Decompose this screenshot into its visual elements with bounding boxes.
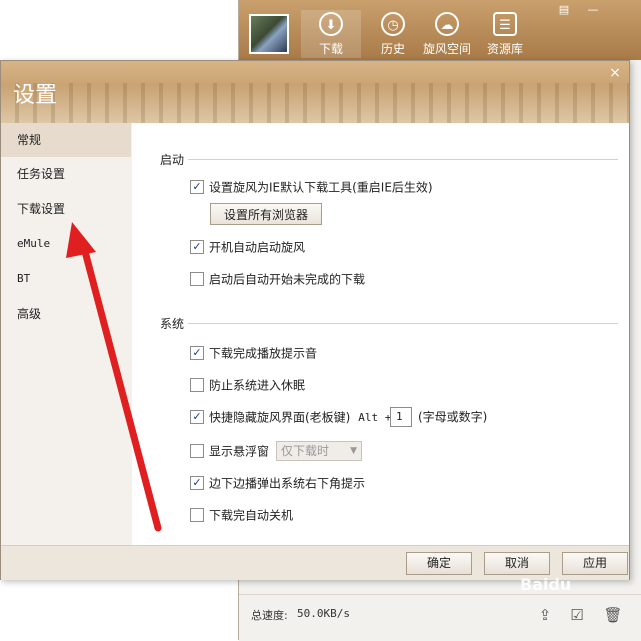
dialog-header: 设置 × [1,61,629,123]
checkbox-unchecked[interactable] [190,271,204,286]
ok-button[interactable]: 确定 [406,552,472,575]
select-value: 仅下载时 [281,444,330,458]
forest-banner [1,83,629,123]
cloud-space-icon: ☁ [435,12,459,36]
option-resume-downloads[interactable]: 启动后自动开始未完成的下载 [190,270,365,288]
skin-icon[interactable]: ▤ [555,2,573,18]
main-header: ⬇ 下载 ◷ 历史 ☁ 旋风空间 ☰ 资源库 ▤ — [239,0,641,60]
nav-label: 历史 [380,42,405,56]
history-clock-icon: ◷ [381,12,405,36]
option-label: 显示悬浮窗 [209,444,270,459]
checkbox-checked[interactable]: ✓ [190,409,204,424]
total-speed-label: 总速度: [251,609,288,622]
sidebar-item-emule[interactable]: eMule [1,227,131,261]
minimize-icon[interactable]: — [584,2,602,18]
key-hint: (字母或数字) [418,410,488,424]
option-floating-window[interactable]: 显示悬浮窗 [190,442,269,460]
boss-key-input[interactable]: 1 [390,407,412,427]
share-icon[interactable]: ⇪ [535,605,555,625]
settings-sidebar: 常规 任务设置 下载设置 eMule BT 高级 [1,123,131,545]
trash-icon[interactable]: 🗑 [603,605,623,625]
nav-history[interactable]: ◷ 历史 [363,10,423,58]
settings-dialog: 设置 × 常规 任务设置 下载设置 eMule BT 高级 启动 ✓ 设置旋风为I… [0,60,630,580]
sidebar-item-task-settings[interactable]: 任务设置 [1,157,131,191]
option-label: 快捷隐藏旋风界面(老板键) [209,410,351,425]
cancel-button[interactable]: 取消 [484,552,550,575]
resource-library-icon: ☰ [493,12,517,36]
section-title-startup: 启动 [160,153,185,167]
section-divider [188,323,618,324]
option-label: 开机自动启动旋风 [209,240,306,255]
section-title-system: 系统 [160,317,185,331]
option-play-popup[interactable]: ✓ 边下边播弹出系统右下角提示 [190,474,365,492]
nav-label: 资源库 [486,42,523,56]
apply-button[interactable]: 应用 [562,552,628,575]
checkbox-unchecked[interactable] [190,443,204,458]
checkbox-checked[interactable]: ✓ [190,239,204,254]
select-check-icon[interactable]: ☑ [567,605,587,625]
option-label: 下载完自动关机 [209,508,294,523]
option-prevent-sleep[interactable]: 防止系统进入休眠 [190,376,305,394]
nav-label: 旋风空间 [422,42,471,56]
close-icon[interactable]: × [607,65,623,81]
checkbox-unchecked[interactable] [190,377,204,392]
sidebar-item-bt[interactable]: BT [1,262,131,296]
option-label: 下载完成播放提示音 [209,346,318,361]
sidebar-item-download-settings[interactable]: 下载设置 [1,192,131,226]
option-label: 边下边播弹出系统右下角提示 [209,476,366,491]
nav-label: 下载 [318,42,343,56]
avatar[interactable] [249,14,289,54]
sidebar-item-advanced[interactable]: 高级 [1,297,131,331]
checkbox-checked[interactable]: ✓ [190,179,204,194]
checkbox-checked[interactable]: ✓ [190,345,204,360]
section-divider [188,159,618,160]
option-label: 设置旋风为IE默认下载工具(重启IE后生效) [209,180,433,195]
option-label: 防止系统进入休眠 [209,378,306,393]
checkbox-checked[interactable]: ✓ [190,475,204,490]
watermark: Baidu [520,575,572,594]
chevron-down-icon: ▼ [350,446,357,456]
option-boss-key[interactable]: ✓ 快捷隐藏旋风界面(老板键) Alt + [190,408,391,426]
sidebar-item-general[interactable]: 常规 [1,123,131,157]
option-label: 启动后自动开始未完成的下载 [209,272,366,287]
option-ie-default[interactable]: ✓ 设置旋风为IE默认下载工具(重启IE后生效) [190,178,433,196]
set-all-browsers-button[interactable]: 设置所有浏览器 [210,203,322,225]
total-speed-value: 50.0KB/s [297,607,350,620]
nav-resource-library[interactable]: ☰ 资源库 [475,10,535,58]
dialog-title: 设置 [13,83,58,108]
alt-plus-label: Alt + [358,410,392,424]
settings-content: 启动 ✓ 设置旋风为IE默认下载工具(重启IE后生效) 设置所有浏览器 ✓ 开机自动… [132,123,629,545]
checkbox-unchecked[interactable] [190,507,204,522]
floating-window-mode-select[interactable]: 仅下载时 ▼ [276,441,362,461]
nav-cloud-space[interactable]: ☁ 旋风空间 [417,10,477,58]
nav-download[interactable]: ⬇ 下载 [301,10,361,58]
option-complete-sound[interactable]: ✓ 下载完成播放提示音 [190,344,317,362]
download-icon: ⬇ [319,12,343,36]
status-bar: 总速度: 50.0KB/s ⇪ ☑ 🗑 [239,594,641,641]
option-auto-shutdown[interactable]: 下载完自动关机 [190,506,293,524]
option-autostart[interactable]: ✓ 开机自动启动旋风 [190,238,305,256]
